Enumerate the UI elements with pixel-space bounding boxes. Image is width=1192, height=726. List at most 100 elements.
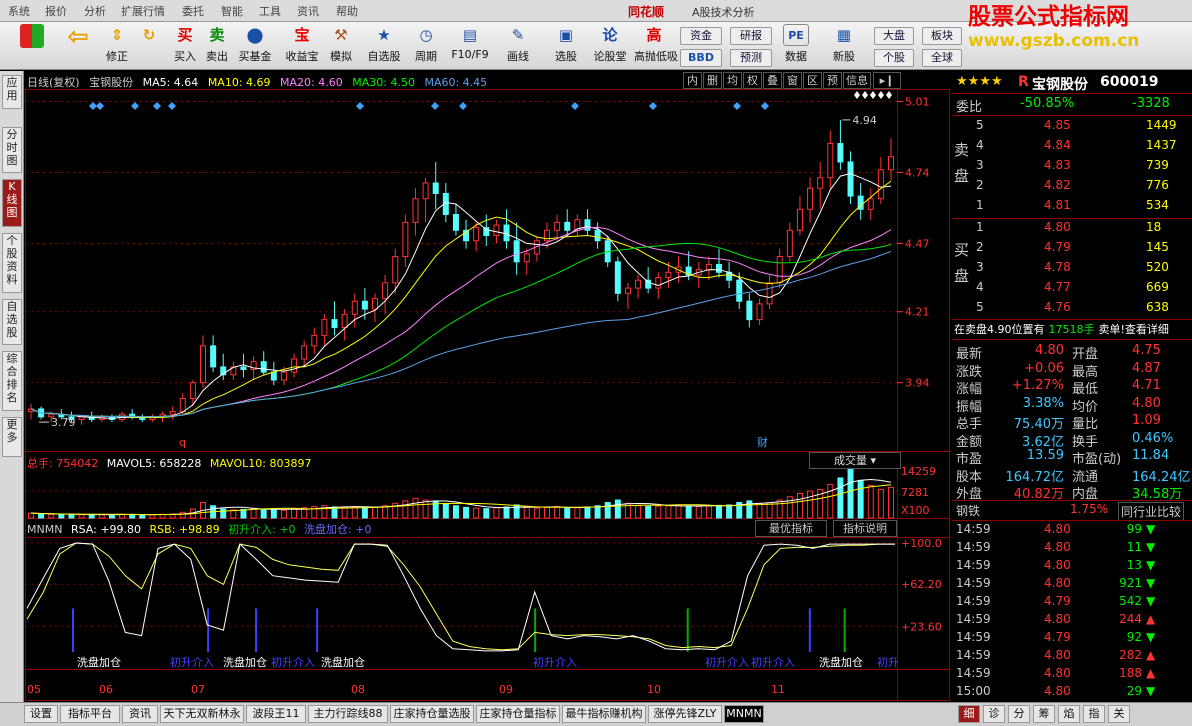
ask-volume: 739: [1146, 158, 1169, 172]
indicator-help-button[interactable]: 指标说明: [833, 520, 897, 537]
swing-button[interactable]: 高高抛低吸: [634, 24, 678, 68]
sell-button[interactable]: 卖卖出: [202, 24, 232, 68]
fund-flow-button[interactable]: 资金: [680, 27, 722, 45]
fund-icon: ⬤: [246, 26, 264, 44]
industry-compare-button[interactable]: 同行业比较: [1118, 502, 1185, 521]
refresh-button[interactable]: ↻: [134, 24, 164, 68]
stock-button[interactable]: 个股: [874, 49, 914, 67]
menu-smart[interactable]: 智能: [221, 3, 243, 19]
forum-button[interactable]: 论论股堂: [590, 24, 630, 68]
menu-extended[interactable]: 扩展行情: [121, 3, 165, 19]
candle-body: [200, 345, 206, 384]
bottom-tab-4[interactable]: 波段王11: [246, 705, 306, 723]
research-button[interactable]: 研报: [730, 27, 772, 45]
stat-label: 均价: [1072, 399, 1099, 415]
menu-info[interactable]: 资讯: [297, 3, 319, 19]
quote-tab-3[interactable]: 筹: [1033, 705, 1055, 723]
volume-bar: [888, 486, 894, 519]
up-arrow-icon: ▲: [1146, 666, 1156, 680]
menu-help[interactable]: 帮助: [336, 3, 358, 19]
menu-system[interactable]: 系统: [8, 3, 30, 19]
sidebar-ranking[interactable]: 综合排名: [2, 351, 22, 411]
sidebar-profile[interactable]: 个股资料: [2, 233, 22, 293]
draw-button[interactable]: ✎ 画线: [500, 24, 536, 68]
menu-analysis[interactable]: 分析: [84, 3, 106, 19]
bid-level: 4: [976, 280, 984, 294]
global-button[interactable]: 全球: [922, 49, 962, 67]
ask-price: 4.82: [1044, 178, 1071, 192]
quote-tab-4[interactable]: 焰: [1058, 705, 1080, 723]
bottom-tab-3[interactable]: 天下无双新林永: [160, 705, 244, 723]
best-indicator-button[interactable]: 最优指标: [755, 520, 827, 537]
notice-detail-link[interactable]: 卖单!查看详细: [1099, 323, 1169, 336]
sidebar-watchlist[interactable]: 自选股: [2, 299, 22, 345]
bottom-tab-5[interactable]: 主力行踪线88: [308, 705, 388, 723]
bottom-tab-6[interactable]: 庄家持仓量选股: [390, 705, 474, 723]
sector-button[interactable]: 板块: [922, 27, 962, 45]
bottom-tab-0[interactable]: 设置: [24, 705, 58, 723]
volume-bar: [857, 479, 864, 519]
rsb-line: [26, 542, 895, 651]
index-button[interactable]: 大盘: [874, 27, 914, 45]
signal-diamond: [356, 102, 364, 110]
ask-price: 4.85: [1044, 118, 1071, 132]
bottom-tab-10[interactable]: MNMN: [724, 705, 764, 723]
data-button[interactable]: PE 数据: [778, 24, 814, 68]
weibi-row: 委比 -50.85% -3328: [952, 96, 1192, 115]
volume-bar: [675, 504, 682, 519]
bid-row: 5 4.76 638: [952, 300, 1192, 318]
bottom-tab-8[interactable]: 最牛指标赚机构: [562, 705, 646, 723]
buy-button[interactable]: 买买入: [170, 24, 200, 68]
sidebar-intraday[interactable]: 分时图: [2, 127, 22, 173]
stat-row: 最新 4.80 开盘 4.75: [952, 343, 1192, 362]
menu-quote[interactable]: 报价: [45, 3, 67, 19]
simulate-button[interactable]: ⚒ 模拟: [326, 24, 356, 68]
date-axis-label: 06: [99, 683, 113, 696]
sidebar-kline[interactable]: K线图: [2, 179, 22, 227]
stat-label: 最新: [956, 347, 983, 362]
kline-chart-panel[interactable]: 日线(复权) 宝钢股份 MA5: 4.64 MA10: 4.69 MA20: 4…: [25, 71, 950, 702]
bid-row: 1 4.80 18: [952, 220, 1192, 238]
grid-button[interactable]: [12, 24, 52, 68]
quote-tab-1[interactable]: 诊: [983, 705, 1005, 723]
bottom-tab-7[interactable]: 庄家持仓量指标: [476, 705, 560, 723]
ipo-button[interactable]: ▦ 新股: [824, 24, 864, 68]
forecast-button[interactable]: 预测: [730, 49, 772, 67]
notice-qty: 17518手: [1048, 323, 1095, 336]
bottom-tab-1[interactable]: 指标平台: [60, 705, 120, 723]
candle-body: [827, 143, 834, 179]
bottom-tab-9[interactable]: 涨停先锋ZLY: [648, 705, 722, 723]
candle-body: [837, 143, 844, 163]
yield-button[interactable]: 宝收益宝: [282, 24, 322, 68]
period-button[interactable]: ◷ 周期: [408, 24, 444, 68]
back-button[interactable]: ⇦: [60, 24, 96, 68]
sidebar-apps[interactable]: 应用: [2, 75, 22, 109]
quote-tab-5[interactable]: 指: [1083, 705, 1105, 723]
bid-volume: 669: [1146, 280, 1169, 294]
watchlist-button[interactable]: ★ 自选股: [362, 24, 406, 68]
quote-tab-0[interactable]: 细: [958, 705, 980, 723]
bbd-button[interactable]: BBD: [680, 49, 722, 67]
left-sidebar: 应用 分时图 K线图 个股资料 自选股 综合排名 更多: [0, 71, 24, 702]
volume-select[interactable]: 成交量 ▾: [809, 452, 901, 469]
screener-button[interactable]: ▣ 选股: [548, 24, 584, 68]
bottom-tab-2[interactable]: 资讯: [122, 705, 158, 723]
grid-icon: [20, 24, 44, 48]
fix-button[interactable]: ⇕ 修正: [102, 24, 132, 68]
date-axis-label: 10: [647, 683, 661, 696]
volume-bar: [240, 508, 247, 519]
candle-body: [756, 303, 763, 321]
quote-tab-2[interactable]: 分: [1008, 705, 1030, 723]
menu-trade[interactable]: 委托: [182, 3, 204, 19]
order-notice[interactable]: 在卖盘4.90位置有 17518手 卖单!查看详细: [954, 321, 1192, 337]
menu-tools[interactable]: 工具: [259, 3, 281, 19]
rating-stars-icon: ★★★★: [956, 74, 1003, 89]
indicator-signal-label: 洗盘加仓: [819, 655, 863, 669]
quote-title: ★★★★ R 宝钢股份 600019: [952, 71, 1192, 93]
volume-bar: [68, 513, 75, 519]
f10-button[interactable]: ▤ F10/F9: [448, 24, 492, 68]
stat-value: 75.40万: [1013, 417, 1064, 432]
quote-tab-6[interactable]: 关: [1108, 705, 1130, 723]
buy-fund-button[interactable]: ⬤ 买基金: [234, 24, 276, 68]
sidebar-more[interactable]: 更多: [2, 417, 22, 457]
